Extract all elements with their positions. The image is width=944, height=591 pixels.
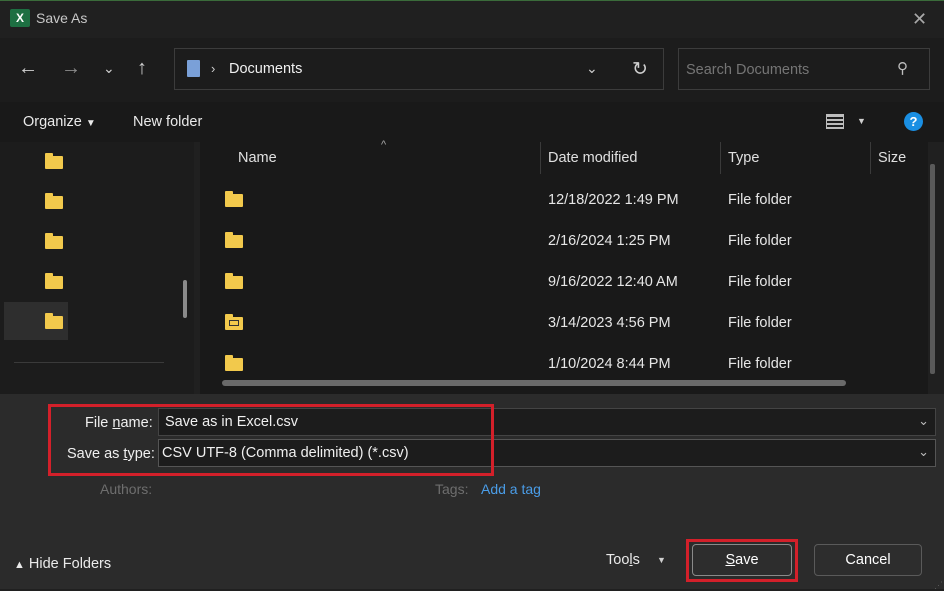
organize-menu[interactable]: Organize ▼ xyxy=(23,114,96,130)
highlight-box-file-fields xyxy=(48,404,494,476)
refresh-icon[interactable]: ↻ xyxy=(632,58,648,81)
file-date: 9/16/2022 12:40 AM xyxy=(548,274,678,290)
file-row[interactable]: 3/14/2023 4:56 PM File folder xyxy=(200,305,928,343)
tools-menu[interactable]: Tools xyxy=(606,552,640,568)
file-row[interactable]: 1/10/2024 8:44 PM File folder xyxy=(200,346,928,376)
forward-arrow-icon[interactable]: → xyxy=(61,57,81,80)
file-type: File folder xyxy=(728,356,792,372)
up-arrow-icon[interactable]: ↑ xyxy=(137,57,147,80)
add-tag-link[interactable]: Add a tag xyxy=(481,481,541,497)
sidebar-folder-icon[interactable] xyxy=(45,233,63,249)
hide-folders-button[interactable]: ▲ Hide Folders xyxy=(14,556,111,572)
file-date: 3/14/2023 4:56 PM xyxy=(548,315,671,331)
file-type: File folder xyxy=(728,315,792,331)
navigation-pane xyxy=(0,142,194,394)
tags-label: Tags: xyxy=(435,481,469,497)
documents-icon xyxy=(187,60,200,77)
highlight-box-save xyxy=(686,539,798,582)
sidebar-folder-icon[interactable] xyxy=(45,193,63,209)
sidebar-folder-icon[interactable] xyxy=(45,273,63,289)
file-type: File folder xyxy=(728,233,792,249)
file-list-vertical-scrollbar[interactable] xyxy=(930,164,935,374)
tools-dropdown-icon[interactable]: ▼ xyxy=(657,555,666,565)
view-dropdown-icon[interactable]: ▼ xyxy=(857,116,866,126)
hide-folders-label: Hide Folders xyxy=(28,556,112,572)
new-folder-button[interactable]: New folder xyxy=(133,114,202,130)
search-input[interactable] xyxy=(684,54,888,86)
file-date: 2/16/2024 1:25 PM xyxy=(548,233,671,249)
sidebar-folder-icon[interactable] xyxy=(45,313,63,329)
file-row[interactable]: 9/16/2022 12:40 AM File folder xyxy=(200,264,928,302)
column-divider[interactable] xyxy=(540,142,541,174)
title-bar xyxy=(0,0,944,38)
view-options-icon[interactable] xyxy=(826,113,844,130)
address-dropdown-chevron-icon[interactable]: ⌄ xyxy=(586,60,598,77)
hide-folders-chevron-icon: ▲ xyxy=(14,559,25,571)
sidebar-folder-icon[interactable] xyxy=(45,153,63,169)
file-list-horizontal-scrollbar[interactable] xyxy=(222,380,846,386)
breadcrumb-documents[interactable]: Documents xyxy=(229,61,302,77)
authors-label: Authors: xyxy=(100,481,153,497)
organize-dropdown-icon: ▼ xyxy=(85,118,96,129)
recent-locations-chevron-icon[interactable]: ⌄ xyxy=(103,60,115,77)
sidebar-divider xyxy=(14,362,164,363)
file-type: File folder xyxy=(728,192,792,208)
column-divider[interactable] xyxy=(720,142,721,174)
file-date: 1/10/2024 8:44 PM xyxy=(548,356,671,372)
sort-ascending-icon: ^ xyxy=(381,139,387,151)
cancel-button[interactable]: Cancel xyxy=(814,544,922,576)
breadcrumb-separator-icon: › xyxy=(211,61,216,76)
file-name-dropdown-icon[interactable]: ⌄ xyxy=(918,413,929,429)
file-row[interactable]: 2/16/2024 1:25 PM File folder xyxy=(200,223,928,261)
file-type: File folder xyxy=(728,274,792,290)
file-row[interactable]: 12/18/2022 1:49 PM File folder xyxy=(200,182,928,220)
help-icon[interactable]: ? xyxy=(904,112,923,131)
tools-label-post: s xyxy=(632,552,640,568)
column-header-date-modified[interactable]: Date modified xyxy=(548,150,637,166)
folder-icon xyxy=(225,273,243,289)
file-date: 12/18/2022 1:49 PM xyxy=(548,192,679,208)
search-icon[interactable]: ⚲ xyxy=(897,59,908,77)
column-divider[interactable] xyxy=(870,142,871,174)
folder-icon xyxy=(225,232,243,248)
excel-icon: X xyxy=(10,9,30,27)
column-header-type[interactable]: Type xyxy=(728,150,759,166)
window-title: Save As xyxy=(36,10,88,26)
tools-label-pre: Too xyxy=(606,552,630,568)
resize-grip-icon[interactable]: ⋰ xyxy=(934,580,943,591)
close-icon[interactable]: ✕ xyxy=(912,9,927,30)
save-as-type-dropdown-icon[interactable]: ⌄ xyxy=(918,444,929,460)
organize-label: Organize xyxy=(23,114,82,130)
back-arrow-icon[interactable]: ← xyxy=(18,57,38,80)
folder-icon xyxy=(225,355,243,371)
folder-icon xyxy=(225,191,243,207)
column-header-size[interactable]: Size xyxy=(878,150,906,166)
sidebar-scrollbar-thumb[interactable] xyxy=(183,280,187,318)
shared-folder-icon xyxy=(225,314,243,330)
column-header-name[interactable]: Name xyxy=(238,150,277,166)
